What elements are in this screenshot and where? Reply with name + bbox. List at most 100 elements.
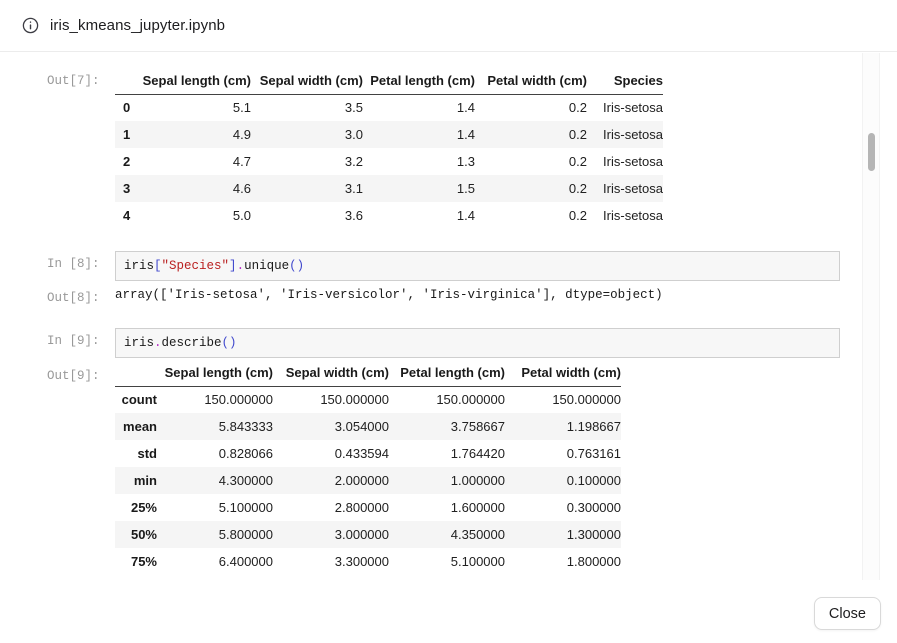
row-index: min (115, 467, 157, 494)
row-index: 75% (115, 548, 157, 575)
table-row: 05.13.51.40.2Iris-setosa (115, 94, 663, 121)
output-prompt: Out[8]: (47, 291, 115, 305)
table-cell: 1.800000 (505, 548, 621, 575)
table-cell: 1.4 (363, 94, 475, 121)
row-index: count (115, 386, 157, 413)
code-token: . (154, 336, 162, 350)
code-token: . (237, 259, 245, 273)
row-index: 3 (115, 175, 139, 202)
table-cell: 3.1 (251, 175, 363, 202)
file-preview-dialog: iris_kmeans_jupyter.ipynb Out[7]: Sepal … (0, 0, 897, 643)
row-index: std (115, 440, 157, 467)
table-cell: 5.0 (139, 202, 251, 229)
dataframe-head-table: Sepal length (cm)Sepal width (cm)Petal l… (115, 68, 663, 229)
table-cell: 150.000000 (273, 386, 389, 413)
column-header: Sepal width (cm) (251, 68, 363, 94)
table-cell: 0.2 (475, 94, 587, 121)
scrollbar-thumb[interactable] (868, 133, 875, 171)
table-cell: 3.2 (251, 148, 363, 175)
row-index: 25% (115, 494, 157, 521)
table-cell: 3.054000 (273, 413, 389, 440)
code-token: describe (162, 336, 222, 350)
table-cell: 1.5 (363, 175, 475, 202)
row-index: 50% (115, 521, 157, 548)
code-token: () (222, 336, 237, 350)
table-cell: 5.843333 (157, 413, 273, 440)
code-input: iris.describe() (115, 328, 840, 358)
code-token: iris (124, 259, 154, 273)
table-row: 24.73.21.30.2Iris-setosa (115, 148, 663, 175)
table-cell: 150.000000 (157, 386, 273, 413)
code-token: "Species" (162, 259, 230, 273)
table-cell: 2.800000 (273, 494, 389, 521)
table-row: std0.8280660.4335941.7644200.763161 (115, 440, 621, 467)
table-cell: 1.4 (363, 121, 475, 148)
column-header: Sepal length (cm) (139, 68, 251, 94)
table-cell: 6.400000 (157, 548, 273, 575)
code-input: iris["Species"].unique() (115, 251, 840, 281)
table-cell: 150.000000 (505, 386, 621, 413)
code-token: ] (229, 259, 237, 273)
notebook-cell-out7: Out[7]: Sepal length (cm)Sepal width (cm… (47, 68, 897, 229)
table-cell: 1.4 (363, 202, 475, 229)
table-cell: 4.350000 (389, 521, 505, 548)
table-row: count150.000000150.000000150.000000150.0… (115, 386, 621, 413)
notebook-preview: Out[7]: Sepal length (cm)Sepal width (cm… (0, 52, 897, 580)
table-cell: 3.0 (251, 121, 363, 148)
table-cell: 0.763161 (505, 440, 621, 467)
column-header: Sepal length (cm) (157, 360, 273, 386)
table-row: 45.03.61.40.2Iris-setosa (115, 202, 663, 229)
notebook-cell-out8: Out[8]: array(['Iris-setosa', 'Iris-vers… (47, 287, 897, 305)
table-cell: 0.2 (475, 202, 587, 229)
code-token: unique (244, 259, 289, 273)
output-prompt: Out[7]: (47, 74, 115, 88)
table-cell: 5.1 (139, 94, 251, 121)
table-cell: 3.758667 (389, 413, 505, 440)
table-cell: 5.100000 (389, 548, 505, 575)
table-cell: Iris-setosa (587, 94, 663, 121)
table-row: mean5.8433333.0540003.7586671.198667 (115, 413, 621, 440)
table-cell: 1.000000 (389, 467, 505, 494)
code-token: () (289, 259, 304, 273)
table-row: 14.93.01.40.2Iris-setosa (115, 121, 663, 148)
output-prompt: Out[9]: (47, 369, 115, 383)
table-cell: Iris-setosa (587, 202, 663, 229)
dialog-title: iris_kmeans_jupyter.ipynb (50, 17, 225, 34)
table-cell: 0.100000 (505, 467, 621, 494)
index-corner (115, 68, 139, 94)
table-cell: Iris-setosa (587, 121, 663, 148)
close-button[interactable]: Close (814, 597, 881, 630)
column-header: Petal length (cm) (389, 360, 505, 386)
table-row: min4.3000002.0000001.0000000.100000 (115, 467, 621, 494)
code-token: iris (124, 336, 154, 350)
table-row: 25%5.1000002.8000001.6000000.300000 (115, 494, 621, 521)
table-head: Sepal length (cm)Sepal width (cm)Petal l… (115, 68, 663, 94)
table-head: Sepal length (cm)Sepal width (cm)Petal l… (115, 360, 621, 386)
row-index: 0 (115, 94, 139, 121)
dataframe-describe-table: Sepal length (cm)Sepal width (cm)Petal l… (115, 360, 621, 575)
table-cell: 1.600000 (389, 494, 505, 521)
input-prompt: In [9]: (47, 334, 115, 348)
table-cell: 4.6 (139, 175, 251, 202)
table-cell: 1.300000 (505, 521, 621, 548)
table-cell: 4.9 (139, 121, 251, 148)
table-cell: 5.100000 (157, 494, 273, 521)
table-cell: 2.000000 (273, 467, 389, 494)
row-index: 1 (115, 121, 139, 148)
table-header-row: Sepal length (cm)Sepal width (cm)Petal l… (115, 68, 663, 94)
column-header: Petal length (cm) (363, 68, 475, 94)
table-cell: 3.5 (251, 94, 363, 121)
table-cell: 0.2 (475, 148, 587, 175)
table-row: 34.63.11.50.2Iris-setosa (115, 175, 663, 202)
table-cell: 3.000000 (273, 521, 389, 548)
column-header: Sepal width (cm) (273, 360, 389, 386)
row-index: mean (115, 413, 157, 440)
table-cell: 1.198667 (505, 413, 621, 440)
table-header-row: Sepal length (cm)Sepal width (cm)Petal l… (115, 360, 621, 386)
table-cell: 0.433594 (273, 440, 389, 467)
table-cell: 1.3 (363, 148, 475, 175)
table-row: 75%6.4000003.3000005.1000001.800000 (115, 548, 621, 575)
code-token: [ (154, 259, 162, 273)
table-cell: 0.2 (475, 175, 587, 202)
input-prompt: In [8]: (47, 257, 115, 271)
